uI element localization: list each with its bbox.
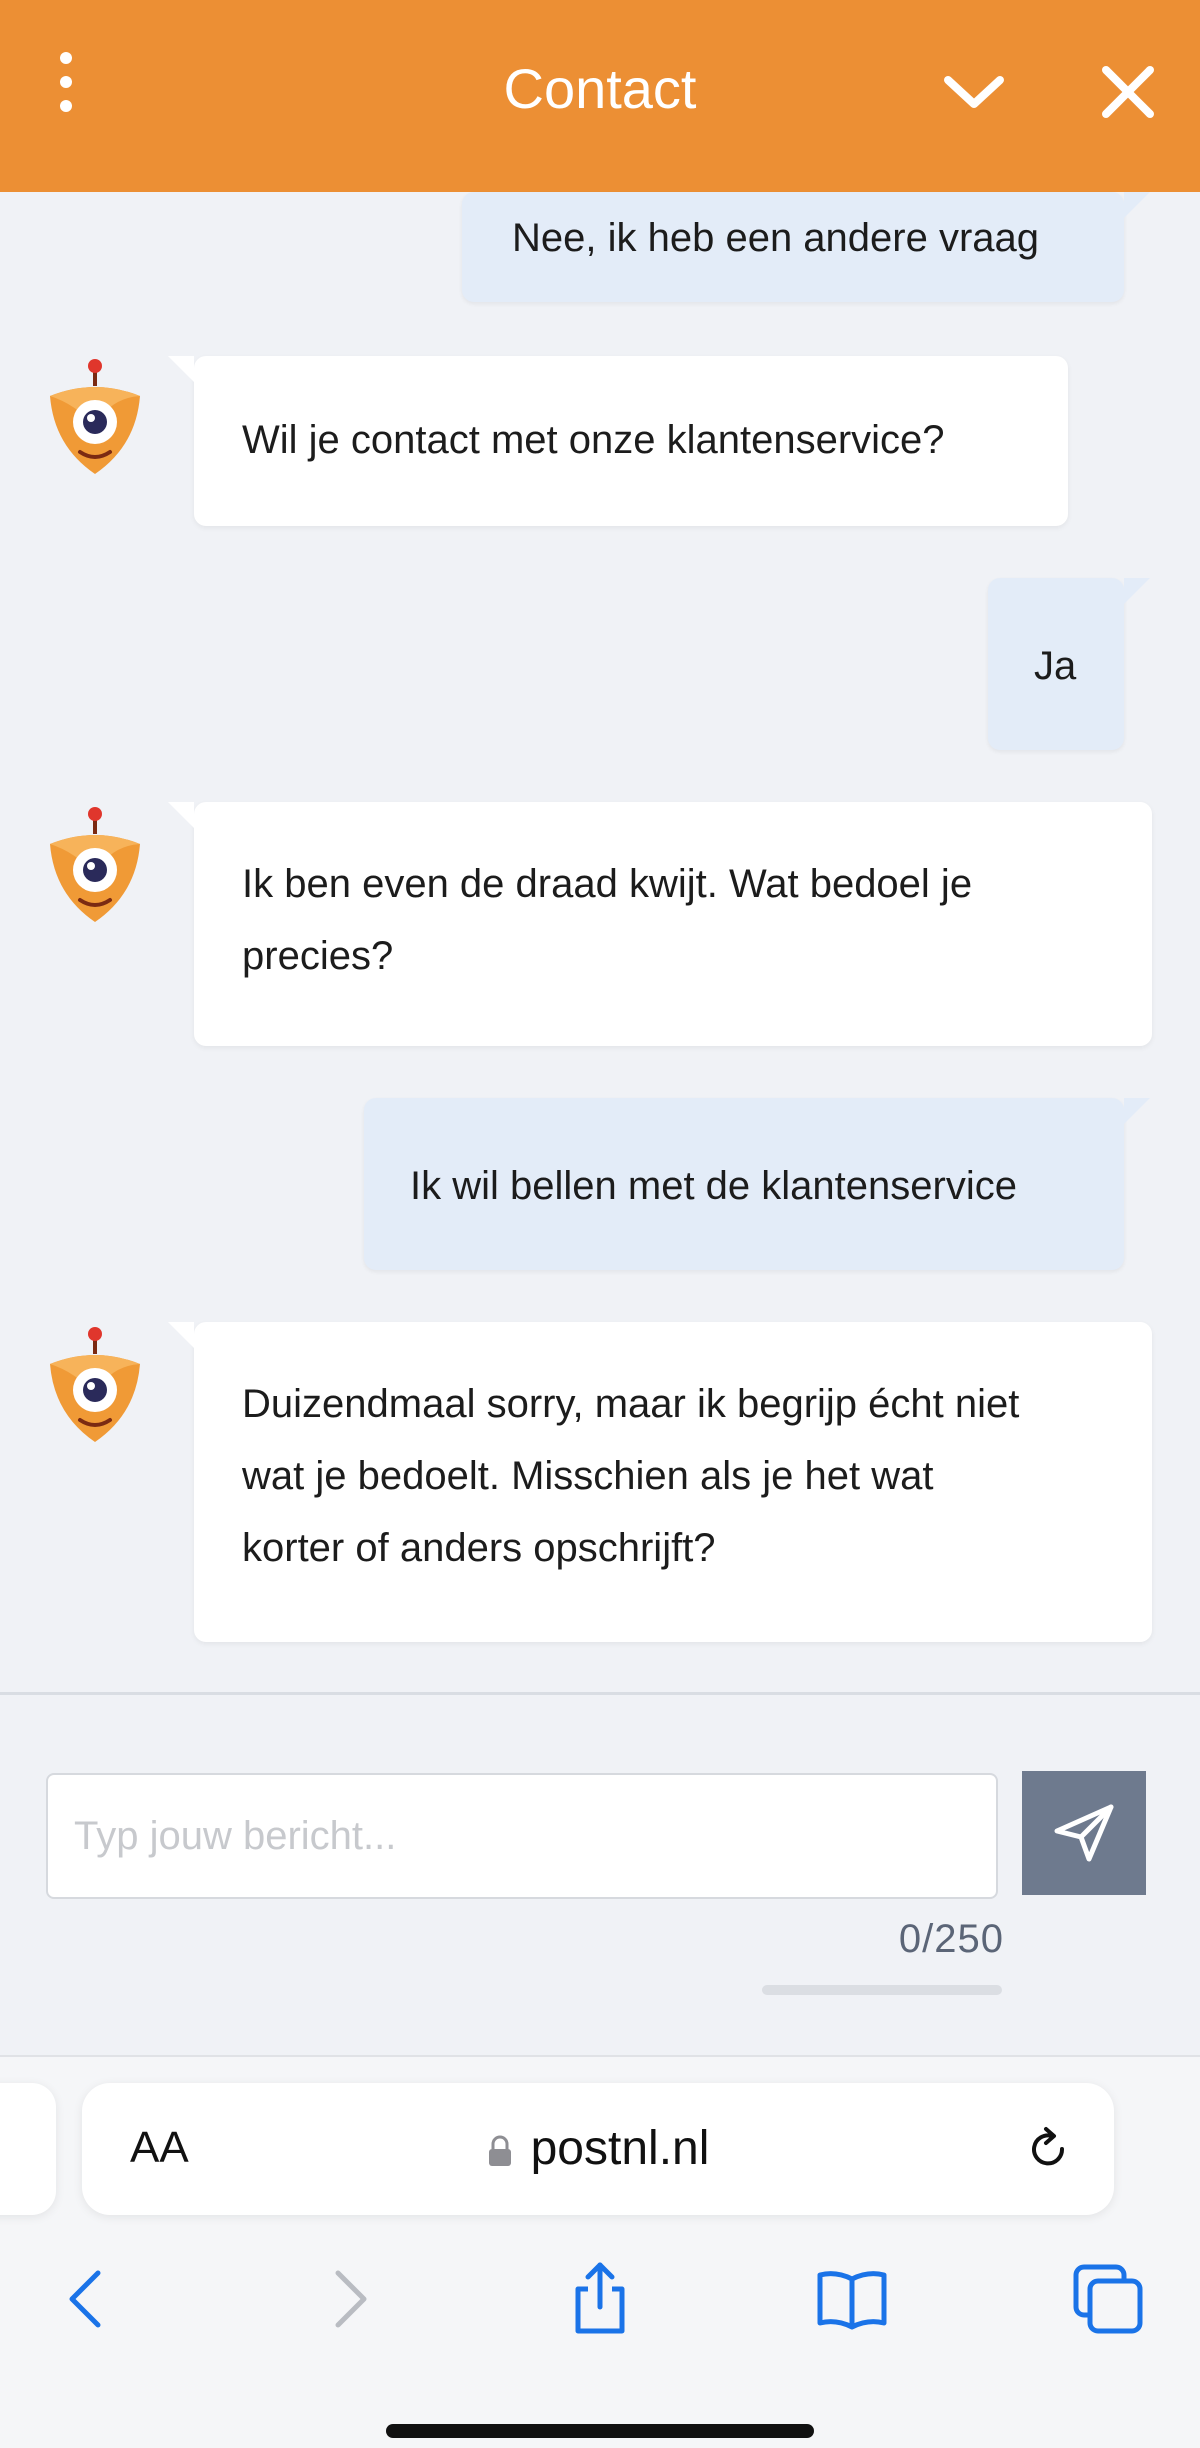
url-display[interactable]: postnl.nl	[82, 2121, 1114, 2176]
share-icon[interactable]	[562, 2261, 638, 2337]
header-title: Contact	[503, 57, 697, 120]
chat-header: Contact	[0, 0, 1200, 192]
message-composer: 0/250	[0, 1695, 1200, 2055]
address-bar[interactable]: AA postnl.nl	[82, 2083, 1114, 2215]
bot-avatar-icon	[40, 804, 150, 934]
message-text: Ja	[1034, 644, 1077, 688]
character-counter: 0/250	[898, 1917, 1004, 1961]
bot-avatar-icon	[40, 356, 150, 486]
user-message: Ja	[988, 578, 1150, 750]
message-text: Wil je contact met onze klantenservice?	[242, 418, 945, 462]
message-line: Duizendmaal sorry, maar ik begrijp écht …	[242, 1382, 1020, 1426]
message-text: Nee, ik heb een andere vraag	[512, 216, 1040, 260]
bot-message: Wil je contact met onze klantenservice?	[168, 356, 1068, 526]
url-text: postnl.nl	[530, 2122, 710, 2175]
message-line: precies?	[242, 934, 394, 978]
forward-icon[interactable]	[310, 2261, 386, 2337]
character-progress-bar	[762, 1985, 1002, 1995]
message-line: korter of anders opschrijft?	[242, 1526, 716, 1570]
back-icon[interactable]	[50, 2261, 126, 2337]
bookmarks-icon[interactable]	[814, 2261, 890, 2337]
message-text: Ik wil bellen met de klantenservice	[410, 1164, 1017, 1208]
close-icon[interactable]	[1092, 56, 1164, 128]
bot-avatar-icon	[40, 1324, 150, 1454]
lock-icon	[488, 2135, 511, 2167]
send-button[interactable]	[1022, 1771, 1146, 1895]
paper-plane-icon	[1054, 1804, 1114, 1862]
message-line: Ik ben even de draad kwijt. Wat bedoel j…	[242, 862, 973, 906]
message-input[interactable]	[46, 1773, 998, 1899]
chat-messages: Nee, ik heb een andere vraag Wil je cont…	[0, 192, 1200, 1692]
tabs-icon[interactable]	[1070, 2261, 1146, 2337]
home-indicator	[386, 2424, 814, 2438]
reload-icon[interactable]	[1022, 2123, 1074, 2175]
chevron-down-icon[interactable]	[938, 56, 1010, 128]
user-message: Ik wil bellen met de klantenservice	[364, 1098, 1150, 1270]
bot-message: Ik ben even de draad kwijt. Wat bedoel j…	[168, 802, 1152, 1046]
bot-message: Duizendmaal sorry, maar ik begrijp écht …	[168, 1322, 1152, 1642]
browser-toolbar: AA postnl.nl	[0, 2055, 1200, 2448]
message-line: wat je bedoelt. Misschien als je het wat	[242, 1454, 934, 1498]
previous-tab-preview[interactable]	[0, 2083, 56, 2215]
user-message: Nee, ik heb een andere vraag	[462, 192, 1150, 302]
